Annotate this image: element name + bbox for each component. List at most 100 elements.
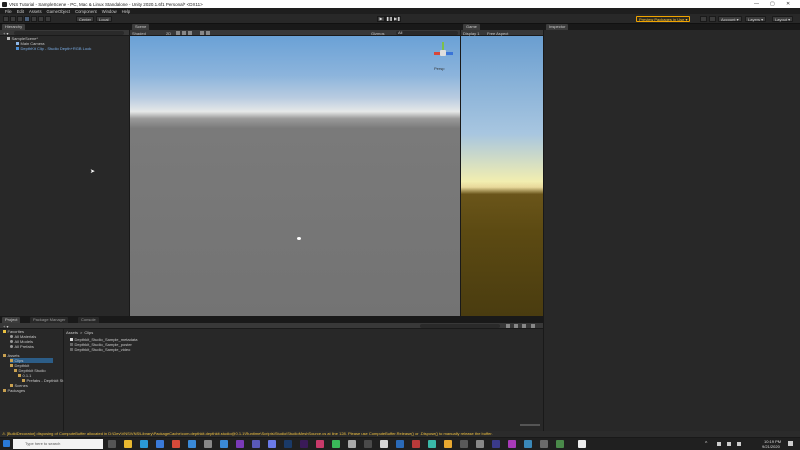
- file-item[interactable]: Depthkit_Studio_Sample_video: [70, 347, 130, 352]
- menu-component[interactable]: Component: [75, 9, 97, 14]
- transform-tool-icon[interactable]: [38, 16, 44, 22]
- shading-mode-dropdown[interactable]: Shaded: [132, 31, 146, 36]
- app-icon[interactable]: [556, 440, 564, 448]
- layout-dropdown[interactable]: Layout ▾: [772, 16, 794, 22]
- battery-icon[interactable]: [737, 442, 741, 446]
- filter-label-icon[interactable]: [514, 324, 518, 328]
- app-icon[interactable]: [364, 440, 372, 448]
- app-icon[interactable]: [348, 440, 356, 448]
- vscode-icon[interactable]: [220, 440, 228, 448]
- scene-viewport[interactable]: Persp: [130, 36, 460, 316]
- tab-inspector[interactable]: Inspector: [546, 24, 569, 30]
- unity-taskbar-icon[interactable]: [578, 440, 586, 448]
- minimize-button[interactable]: —: [754, 1, 759, 7]
- add-object-button[interactable]: + ▾: [3, 31, 8, 36]
- network-icon[interactable]: [717, 442, 721, 446]
- tree-all-prefabs[interactable]: All Prefabs: [10, 344, 34, 349]
- light-gizmo-icon[interactable]: [297, 237, 301, 240]
- discord-icon[interactable]: [268, 440, 276, 448]
- tree-prefabs[interactable]: Prefabs - Depthkit St: [22, 378, 63, 383]
- menu-assets[interactable]: Assets: [29, 9, 42, 14]
- pause-button[interactable]: ❚❚: [385, 16, 393, 22]
- notification-icon[interactable]: [788, 441, 793, 446]
- clock-date[interactable]: 9/21/2020: [762, 444, 780, 449]
- app-icon[interactable]: [508, 440, 516, 448]
- account-dropdown[interactable]: Account ▾: [718, 16, 742, 22]
- audio-toggle-icon[interactable]: [182, 31, 186, 35]
- app-icon[interactable]: [412, 440, 420, 448]
- file-explorer-icon[interactable]: [124, 440, 132, 448]
- lighting-toggle-icon[interactable]: [176, 31, 180, 35]
- premiere-icon[interactable]: [300, 440, 308, 448]
- console-status-bar[interactable]: ⚠ [BuildDecorator] disposing of ComputeB…: [0, 431, 800, 437]
- app-icon[interactable]: [444, 440, 452, 448]
- custom-tool-icon[interactable]: [45, 16, 51, 22]
- app-icon[interactable]: [476, 440, 484, 448]
- taskbar-search-input[interactable]: Type here to search: [13, 439, 103, 449]
- edge-browser-icon[interactable]: [140, 440, 148, 448]
- mail-icon[interactable]: [188, 440, 196, 448]
- gizmo-z-axis-icon[interactable]: [445, 52, 453, 55]
- photoshop-icon[interactable]: [284, 440, 292, 448]
- app-icon[interactable]: [428, 440, 436, 448]
- breadcrumb-assets[interactable]: Assets: [66, 330, 78, 335]
- store-icon[interactable]: [156, 440, 164, 448]
- collab-cloud-icon[interactable]: [700, 16, 707, 22]
- gizmo-y-axis-icon[interactable]: [442, 42, 444, 50]
- app-icon[interactable]: [380, 440, 388, 448]
- services-cloud-icon[interactable]: [709, 16, 716, 22]
- hand-tool-icon[interactable]: [3, 16, 9, 22]
- scene-orientation-gizmo[interactable]: Persp: [432, 42, 454, 71]
- step-button[interactable]: ▶❚: [393, 16, 401, 22]
- teams-icon[interactable]: [252, 440, 260, 448]
- menu-window[interactable]: Window: [102, 9, 117, 14]
- menu-help[interactable]: Help: [122, 9, 131, 14]
- scene-search-input[interactable]: All: [396, 31, 458, 35]
- project-add-button[interactable]: + ▾: [3, 324, 8, 329]
- scene-camera-icon[interactable]: [206, 31, 210, 35]
- depthkit-clip-item[interactable]: DepthKit Clip - Studio Depth+RGB Look: [16, 46, 91, 51]
- hierarchy-search-input[interactable]: [14, 31, 124, 35]
- preview-packages-button[interactable]: Preview Packages in Use ▾: [636, 16, 691, 22]
- maximize-button[interactable]: ▢: [770, 1, 775, 7]
- slack-icon[interactable]: [316, 440, 324, 448]
- tree-packages[interactable]: Packages: [3, 388, 25, 393]
- game-viewport[interactable]: [461, 36, 543, 316]
- chrome-icon[interactable]: [172, 440, 180, 448]
- app-icon[interactable]: [396, 440, 404, 448]
- app-icon[interactable]: [524, 440, 532, 448]
- breadcrumb-clips[interactable]: Clips: [84, 330, 93, 335]
- thumbnail-size-slider[interactable]: [520, 424, 540, 426]
- mode-2d-toggle[interactable]: 2D: [166, 31, 171, 36]
- spotify-icon[interactable]: [332, 440, 340, 448]
- hidden-packages-icon[interactable]: [531, 324, 535, 328]
- chevron-up-icon[interactable]: ^: [705, 441, 707, 447]
- favorite-star-icon[interactable]: [522, 324, 526, 328]
- gizmos-dropdown[interactable]: Gizmos: [371, 31, 385, 36]
- pivot-local-button[interactable]: Local: [96, 16, 112, 22]
- filter-type-icon[interactable]: [506, 324, 510, 328]
- project-search-input[interactable]: [420, 324, 500, 328]
- effects-toggle-icon[interactable]: [188, 31, 192, 35]
- gizmo-center-icon[interactable]: [440, 50, 446, 56]
- rotate-tool-icon[interactable]: [17, 16, 23, 22]
- app-icon[interactable]: [540, 440, 548, 448]
- onenote-icon[interactable]: [236, 440, 244, 448]
- aspect-dropdown[interactable]: Free Aspect: [487, 31, 508, 36]
- play-button[interactable]: ▶: [377, 16, 385, 22]
- layers-dropdown[interactable]: Layers ▾: [745, 16, 767, 22]
- move-tool-icon[interactable]: [10, 16, 16, 22]
- menu-file[interactable]: File: [5, 9, 12, 14]
- app-icon[interactable]: [492, 440, 500, 448]
- settings-icon[interactable]: [204, 440, 212, 448]
- hidden-objects-icon[interactable]: [200, 31, 204, 35]
- volume-icon[interactable]: [727, 442, 731, 446]
- windows-start-icon[interactable]: [3, 440, 10, 447]
- rect-tool-icon[interactable]: [31, 16, 37, 22]
- menu-gameobject[interactable]: GameObject: [47, 9, 71, 14]
- display-dropdown[interactable]: Display 1: [463, 31, 479, 36]
- menu-edit[interactable]: Edit: [17, 9, 24, 14]
- pivot-center-button[interactable]: Center: [76, 16, 95, 22]
- scale-tool-icon[interactable]: [24, 16, 30, 22]
- app-icon[interactable]: [460, 440, 468, 448]
